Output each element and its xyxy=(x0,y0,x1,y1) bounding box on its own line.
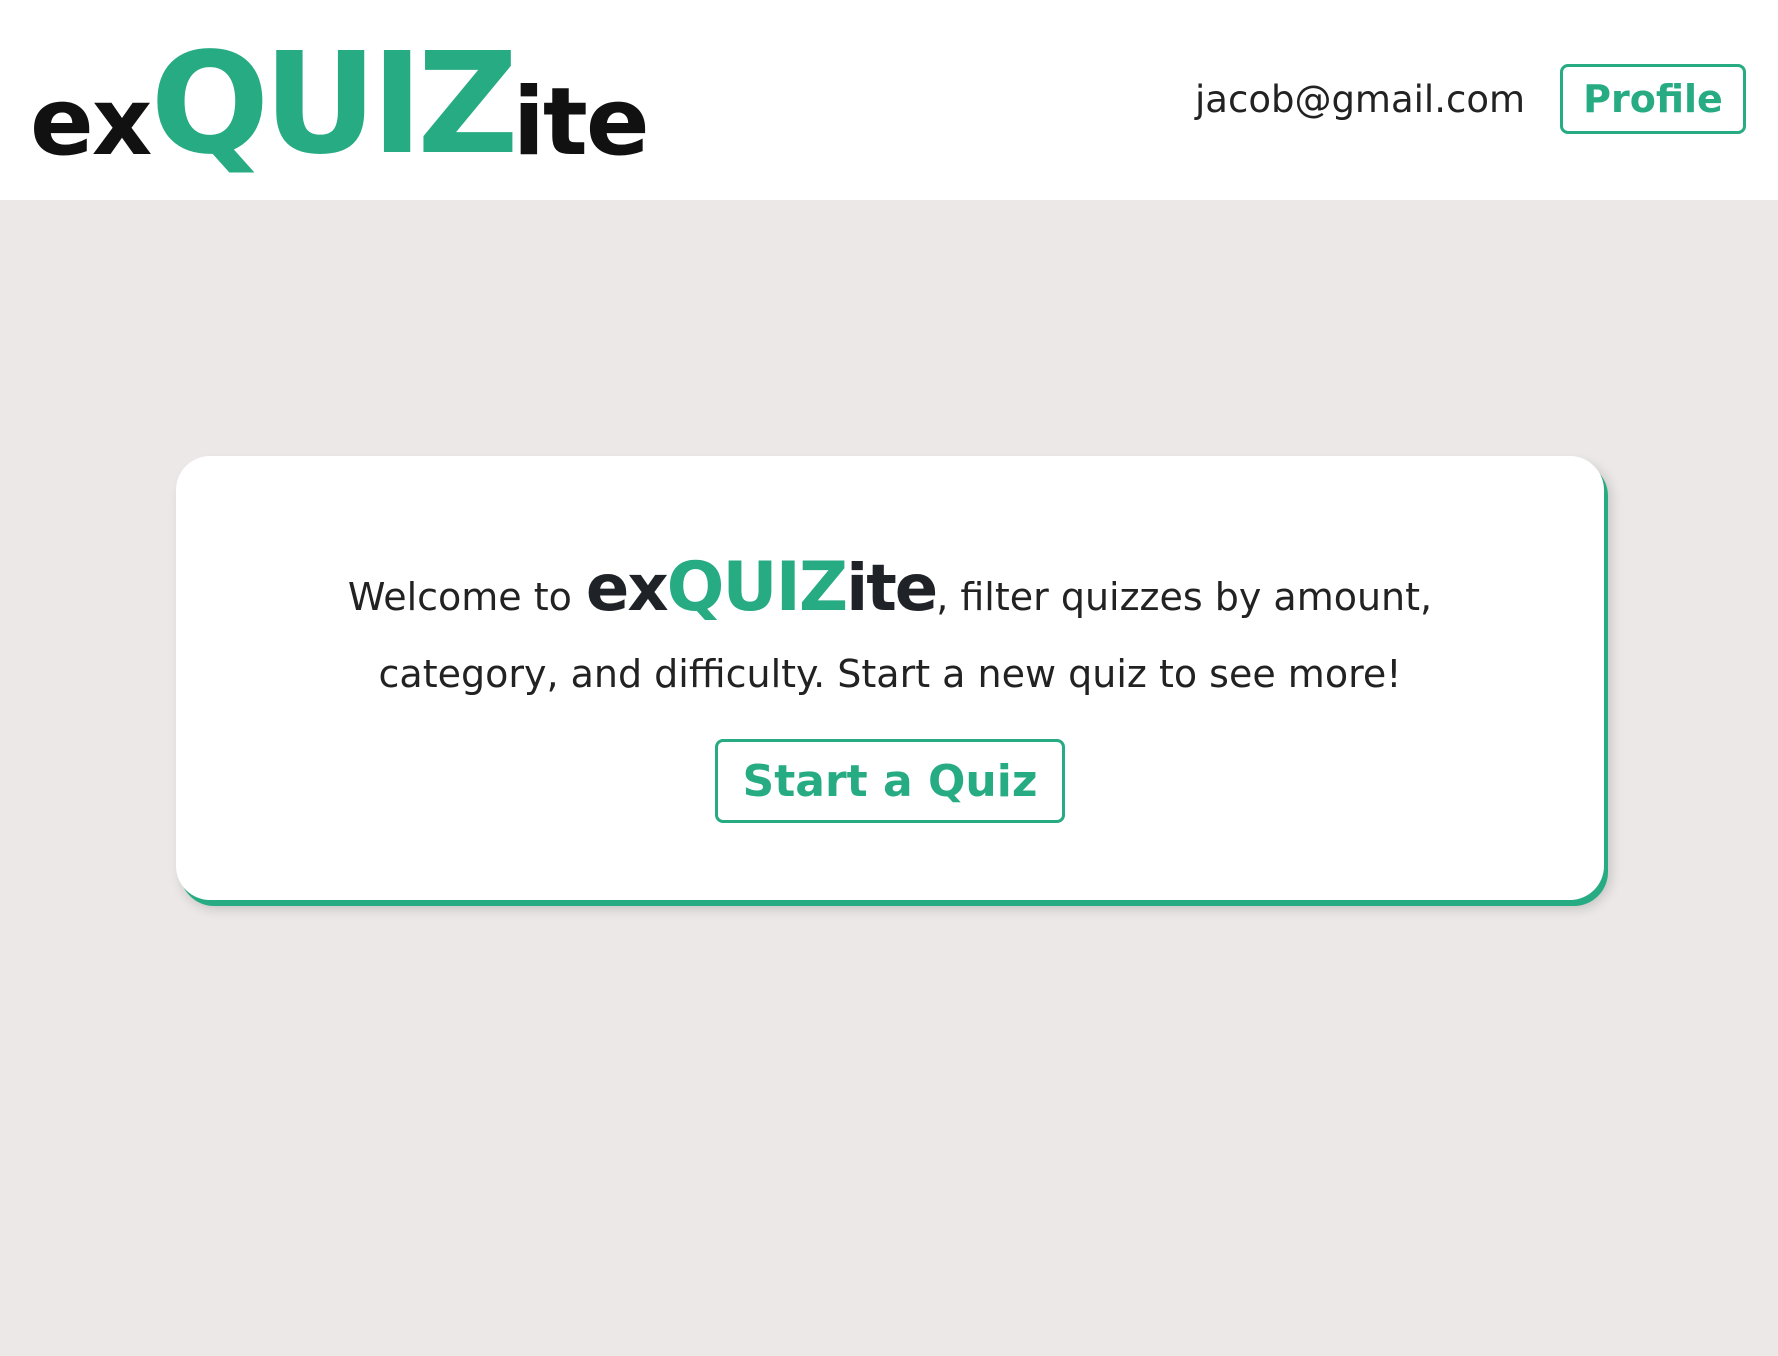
top-navbar: ex QUIZ ite jacob@gmail.com Profile xyxy=(0,0,1778,200)
user-email: jacob@gmail.com xyxy=(1195,78,1525,121)
inline-logo-suffix: ite xyxy=(846,552,938,626)
site-logo[interactable]: ex QUIZ ite xyxy=(30,23,650,187)
logo-highlight: QUIZ xyxy=(150,23,518,187)
welcome-after-logo: , filter quizzes by amount, xyxy=(936,575,1433,619)
inline-logo: exQUIZite xyxy=(586,548,938,627)
logo-prefix: ex xyxy=(30,68,152,177)
logo-suffix: ite xyxy=(512,68,650,177)
welcome-text-line-1: Welcome to exQUIZite, filter quizzes by a… xyxy=(176,548,1604,627)
profile-button[interactable]: Profile xyxy=(1560,64,1746,134)
welcome-prefix: Welcome to xyxy=(347,575,572,619)
start-quiz-button[interactable]: Start a Quiz xyxy=(715,739,1065,823)
inline-logo-prefix: ex xyxy=(585,552,669,626)
welcome-card: Welcome to exQUIZite, filter quizzes by a… xyxy=(176,456,1604,900)
inline-logo-highlight: QUIZ xyxy=(666,548,849,627)
welcome-text-line-2: category, and difficulty. Start a new qu… xyxy=(378,652,1402,696)
